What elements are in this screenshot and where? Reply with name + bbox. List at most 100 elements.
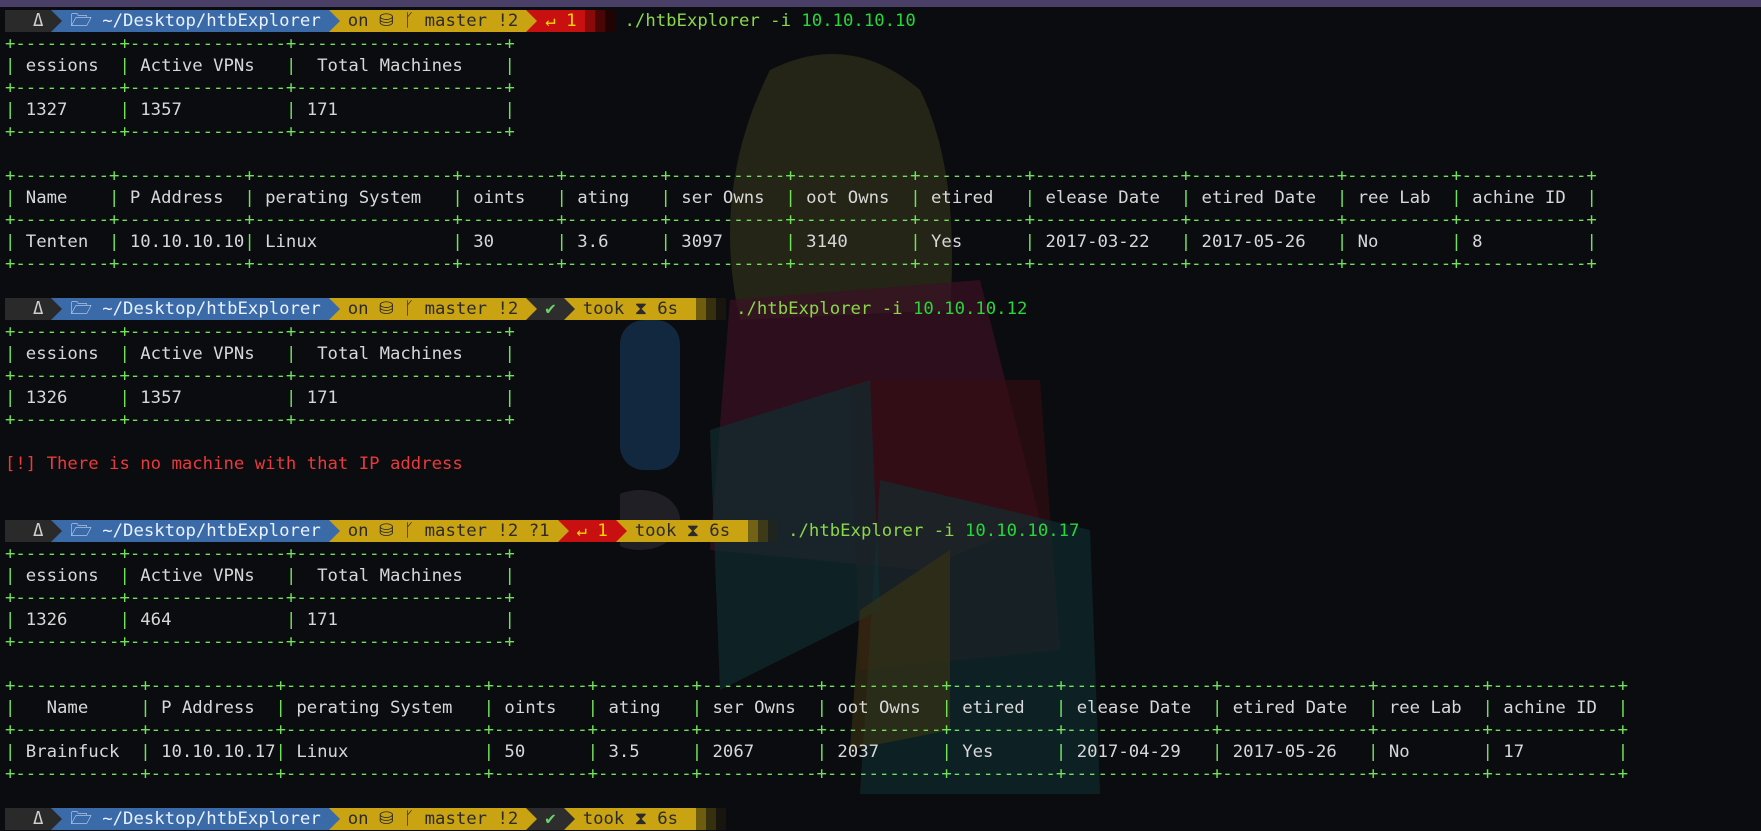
segment-separator bbox=[526, 10, 538, 32]
branch-name: master bbox=[424, 521, 498, 541]
branch-name: master bbox=[424, 809, 498, 829]
command-line[interactable]: ./htbExplorer -i 10.10.10.17 bbox=[778, 520, 1079, 542]
table-border: | bbox=[816, 698, 827, 718]
table-border: | bbox=[1055, 742, 1067, 762]
table-cell: Total Machines bbox=[296, 344, 505, 364]
command-line[interactable]: ./htbExplorer -i 10.10.10.12 bbox=[726, 298, 1027, 320]
table-header-row: | Name | P Address | perating System | o… bbox=[5, 697, 1628, 719]
segment-separator bbox=[51, 808, 63, 830]
table-border: | bbox=[816, 742, 827, 762]
table-border: | bbox=[119, 566, 130, 586]
table-border: | bbox=[1055, 698, 1067, 718]
command-text: ./htbExplorer -i bbox=[736, 299, 913, 319]
table-cell: achine ID bbox=[1492, 698, 1618, 718]
table-border: | bbox=[140, 698, 151, 718]
table-border: | bbox=[910, 232, 921, 252]
window-top-bar bbox=[0, 0, 1761, 7]
current-directory: ~/Desktop/htbExplorer bbox=[102, 299, 321, 319]
table-cell: 2017-05-26 bbox=[1222, 742, 1369, 762]
table-separator: +----------+---------------+------------… bbox=[5, 34, 515, 54]
branch-name: master bbox=[424, 299, 498, 319]
git-icon: ⛁ bbox=[378, 521, 404, 541]
table-border: | bbox=[1586, 188, 1597, 208]
table-cell: 2037 bbox=[826, 742, 942, 762]
prompt-gradient-tail bbox=[738, 520, 779, 542]
git-on-label: on bbox=[347, 11, 379, 31]
git-on-label: on bbox=[347, 521, 379, 541]
duration-segment: took ⧗ 6s bbox=[574, 298, 687, 320]
table-cell: Active VPNs bbox=[129, 566, 286, 586]
table-cell: 464 bbox=[129, 610, 286, 630]
segment-separator bbox=[328, 520, 340, 542]
exit-code-segment: ↵ 1 bbox=[537, 10, 585, 32]
table-separator: +----------+---------------+------------… bbox=[5, 410, 515, 430]
table-header-row: | Name | P Address | perating System | o… bbox=[5, 187, 1628, 209]
os-segment: Δ bbox=[5, 10, 52, 32]
table-cell: Yes bbox=[920, 232, 1025, 252]
table-border: | bbox=[5, 344, 16, 364]
table-cell: 2017-05-26 bbox=[1191, 232, 1337, 252]
table-separator: +---------+------------+----------------… bbox=[5, 210, 1597, 230]
table-cell: Yes bbox=[951, 742, 1056, 762]
git-status: !2 bbox=[497, 11, 519, 31]
table-border: | bbox=[452, 232, 463, 252]
table-cell: Name bbox=[15, 188, 110, 208]
table-cell: oints bbox=[462, 188, 557, 208]
table-row: | 1326 | 464 | 171 | bbox=[5, 609, 1628, 631]
table-cell: oot Owns bbox=[826, 698, 942, 718]
table-cell: 3.6 bbox=[566, 232, 661, 252]
git-segment: on ⛁ ᚴ master !2 bbox=[339, 808, 527, 830]
git-status: !2 bbox=[497, 299, 519, 319]
table-header-row: | essions | Active VPNs | Total Machines… bbox=[5, 343, 1628, 365]
directory-segment: 🗁 ~/Desktop/htbExplorer bbox=[62, 298, 329, 320]
os-icon: Δ bbox=[33, 299, 44, 319]
table-cell: 1326 bbox=[15, 610, 120, 630]
shell-prompt: Δ 🗁 ~/Desktop/htbExplorer on ⛁ ᚴ master !2… bbox=[5, 9, 1628, 33]
table-border: | bbox=[275, 698, 286, 718]
sessions-table: +----------+---------------+------------… bbox=[5, 321, 1628, 431]
table-border: | bbox=[1336, 232, 1348, 252]
table-cell: Total Machines bbox=[296, 566, 505, 586]
table-border: | bbox=[119, 610, 130, 630]
table-border: | bbox=[5, 56, 16, 76]
table-border: | bbox=[1024, 188, 1036, 208]
table-border: | bbox=[660, 232, 671, 252]
table-cell: 30 bbox=[462, 232, 557, 252]
return-icon: ↵ bbox=[576, 521, 598, 541]
os-segment: Δ bbox=[5, 520, 52, 542]
command-line[interactable]: ./htbExplorer -i 10.10.10.10 bbox=[615, 10, 916, 32]
table-header-row: | essions | Active VPNs | Total Machines… bbox=[5, 565, 1628, 587]
table-cell: ser Owns bbox=[702, 698, 817, 718]
git-icon: ⛁ bbox=[378, 299, 404, 319]
table-border: | bbox=[285, 566, 297, 586]
branch-icon: ᚴ bbox=[403, 299, 425, 319]
table-border: | bbox=[119, 100, 130, 120]
os-segment: Δ bbox=[5, 298, 52, 320]
table-border: | bbox=[5, 188, 16, 208]
table-cell: 2017-04-29 bbox=[1066, 742, 1212, 762]
table-cell: 1326 bbox=[15, 388, 120, 408]
table-border: | bbox=[1451, 232, 1462, 252]
segment-separator bbox=[615, 520, 627, 542]
table-cell: Active VPNs bbox=[129, 344, 286, 364]
os-icon: Δ bbox=[33, 521, 44, 541]
table-border: | bbox=[910, 188, 921, 208]
table-border: | bbox=[1024, 232, 1036, 252]
table-border: | bbox=[1180, 188, 1192, 208]
table-border: | bbox=[285, 610, 297, 630]
segment-separator bbox=[51, 520, 63, 542]
segment-separator bbox=[563, 298, 575, 320]
table-cell: 1357 bbox=[129, 388, 286, 408]
table-border: | bbox=[119, 388, 130, 408]
table-separator: +---------+------------+----------------… bbox=[5, 166, 1597, 186]
table-cell: 1327 bbox=[15, 100, 120, 120]
segment-separator bbox=[526, 298, 538, 320]
table-row: | Tenten | 10.10.10.10| Linux | 30 | 3.6… bbox=[5, 231, 1628, 253]
segment-separator bbox=[328, 808, 340, 830]
table-border: | bbox=[1336, 188, 1348, 208]
table-border: | bbox=[285, 344, 297, 364]
table-border: | bbox=[941, 742, 952, 762]
